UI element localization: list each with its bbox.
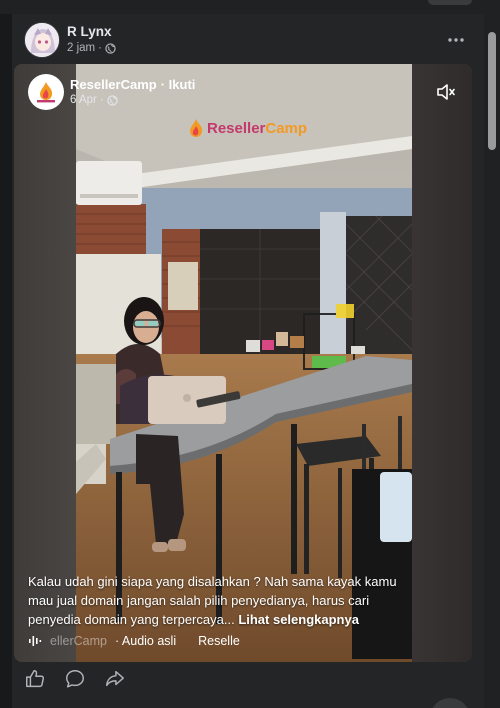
like-button[interactable] — [24, 668, 46, 690]
audio-owner: ellerCamp — [50, 634, 107, 648]
video-side-right — [410, 64, 472, 662]
comment-button[interactable] — [64, 668, 86, 690]
watermark-camp: Camp — [265, 119, 308, 137]
watermark-reseller: Reseller — [207, 119, 266, 137]
audio-label: · Audio asli — [114, 634, 177, 648]
reel-caption: Kalau udah gini siapa yang disalahkan ? … — [28, 572, 400, 629]
audio-row[interactable]: ellerCamp · Audio asli Reselle — [28, 634, 240, 648]
post-card: R Lynx 2 jam · Reseller Camp ResellerCam… — [12, 14, 484, 708]
thumbs-up-icon — [26, 670, 45, 688]
comment-bubble-icon — [66, 670, 84, 688]
top-tab-handle — [428, 0, 472, 5]
speaker-muted-icon — [437, 84, 455, 100]
page-avatar[interactable] — [28, 74, 64, 110]
shared-reel[interactable]: Reseller Camp ResellerCamp · Ikuti 6 Apr … — [14, 64, 472, 662]
audio-ticker: Reselle — [198, 634, 240, 648]
meta-separator: · — [99, 94, 104, 106]
globe-icon — [105, 42, 116, 54]
see-more-link[interactable]: Lihat selengkapnya — [238, 612, 359, 627]
shared-meta: 6 Apr · — [70, 94, 118, 106]
action-bar — [24, 668, 126, 690]
globe-icon — [107, 94, 118, 106]
page-name-row: ResellerCamp · Ikuti — [70, 77, 195, 92]
mute-button[interactable] — [434, 80, 458, 104]
audio-wave-icon — [29, 636, 42, 646]
meta-separator: · — [98, 42, 102, 54]
top-strip — [0, 0, 500, 14]
share-arrow-icon — [106, 670, 124, 687]
resellercamp-watermark: Reseller Camp — [188, 118, 307, 138]
post-meta: 2 jam · — [67, 42, 116, 54]
more-options-button[interactable] — [442, 26, 470, 54]
resellercamp-flame-icon — [190, 119, 203, 137]
post-time[interactable]: 2 jam — [67, 42, 95, 54]
share-button[interactable] — [104, 668, 126, 690]
post-header: R Lynx 2 jam · — [24, 22, 472, 62]
resellercamp-logo-icon — [37, 82, 55, 103]
more-dots-icon — [448, 38, 464, 42]
page-name[interactable]: ResellerCamp — [70, 77, 157, 92]
shared-date[interactable]: 6 Apr — [70, 94, 97, 106]
follow-link[interactable]: · Ikuti — [161, 77, 196, 92]
scrollbar-thumb[interactable] — [488, 32, 496, 150]
poster-name[interactable]: R Lynx — [67, 24, 112, 39]
avatar[interactable] — [24, 22, 60, 58]
